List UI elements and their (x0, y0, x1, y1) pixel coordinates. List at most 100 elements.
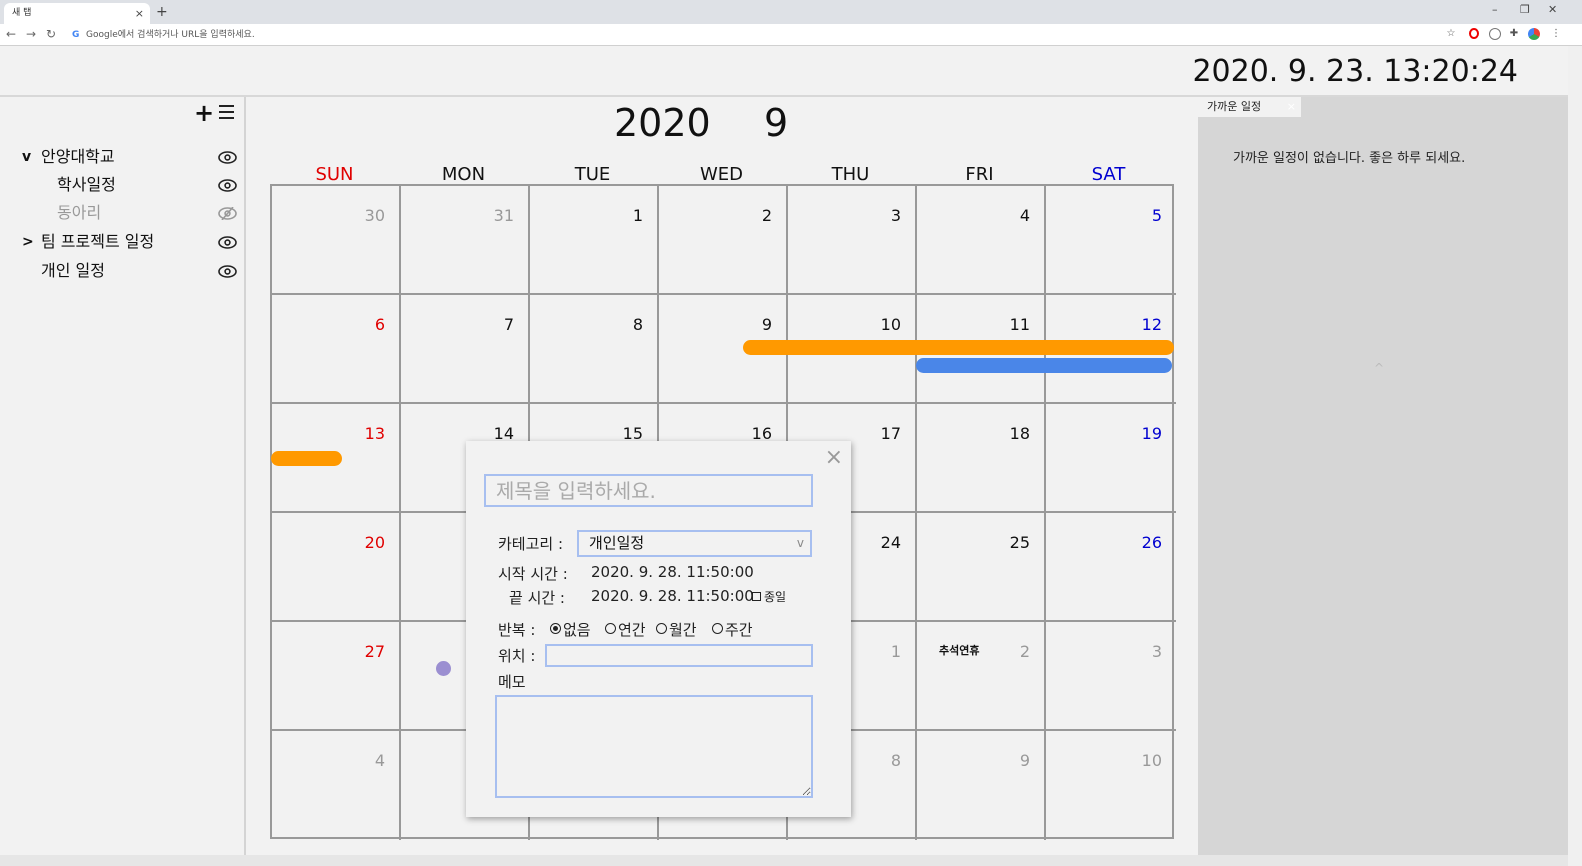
day-number: 9 (761, 315, 772, 334)
expand-caret-icon[interactable]: > (22, 230, 34, 254)
day-cell[interactable]: 6 (272, 295, 401, 404)
day-number: 10 (1141, 751, 1162, 770)
event-title-input[interactable] (484, 474, 813, 507)
weekday-header-fri: FRI (965, 164, 994, 185)
end-time-value[interactable]: 2020. 9. 28. 11:50:00 (591, 587, 754, 605)
sidebar-item-team-project[interactable]: > 팀 프로젝트 일정 (0, 230, 246, 254)
calendar-month: 9 (764, 101, 789, 145)
day-cell[interactable]: 3 (1046, 622, 1176, 731)
puzzle-extensions-icon[interactable]: ✚ (1508, 28, 1520, 40)
weekday-header-mon: MON (441, 164, 486, 185)
event-bar-orange[interactable] (743, 340, 1174, 355)
day-cell[interactable]: 31 (401, 186, 530, 295)
day-cell[interactable]: 3 (788, 186, 917, 295)
browser-tab[interactable]: 새 탭 × (4, 3, 150, 24)
sidebar-item-anyang-univ[interactable]: v 안양대학교 (0, 145, 246, 169)
day-cell[interactable]: 5 (1046, 186, 1176, 295)
repeat-radio-weekly[interactable] (712, 623, 723, 634)
day-cell[interactable]: 30 (272, 186, 401, 295)
weekday-header-tue: TUE (574, 164, 611, 185)
page-scrollbar[interactable] (1568, 46, 1582, 866)
day-cell[interactable]: 25 (917, 513, 1046, 622)
add-calendar-button[interactable]: + (194, 99, 214, 127)
restore-icon[interactable]: ❐ (1520, 3, 1530, 16)
day-cell[interactable]: 8 (530, 295, 659, 404)
day-number: 27 (364, 642, 385, 661)
day-number: 31 (493, 206, 514, 225)
day-cell[interactable]: 2 (659, 186, 788, 295)
day-number: 9 (1019, 751, 1030, 770)
allday-checkbox[interactable] (752, 592, 761, 601)
day-number: 3 (890, 206, 901, 225)
upcoming-tab-close-icon[interactable]: × (1287, 97, 1296, 117)
upcoming-events-tab[interactable]: 가까운 일정 × (1198, 97, 1301, 117)
repeat-option-monthly: 월간 (669, 621, 697, 639)
day-cell[interactable]: 19 (1046, 404, 1176, 513)
profile-avatar-icon[interactable] (1528, 28, 1540, 40)
minimize-icon[interactable]: – (1492, 3, 1498, 16)
day-cell[interactable]: 27 (272, 622, 401, 731)
app-header: 2020. 9. 23. 13:20:24 (0, 46, 1568, 97)
browser-tab-strip: 새 탭 × + – ❐ ✕ (0, 0, 1582, 24)
back-icon[interactable]: ← (6, 27, 16, 41)
omnibox-input[interactable]: G Google에서 검색하거나 URL을 입력하세요. (66, 27, 1446, 43)
repeat-radio-none[interactable] (550, 623, 561, 634)
window-close-icon[interactable]: ✕ (1548, 3, 1557, 16)
opera-extension-icon[interactable] (1469, 28, 1479, 39)
repeat-radio-monthly[interactable] (656, 623, 667, 634)
calendar-year: 2020 (614, 101, 711, 145)
visible-eye-icon[interactable] (218, 151, 237, 164)
day-number: 24 (880, 533, 901, 552)
repeat-radio-yearly[interactable] (605, 623, 616, 634)
day-number: 10 (880, 315, 901, 334)
visible-eye-icon[interactable] (218, 236, 237, 249)
browser-menu-icon[interactable]: ⋮ (1550, 28, 1562, 40)
repeat-option-yearly: 연간 (618, 621, 646, 639)
collapse-up-icon[interactable]: ^ (1374, 361, 1384, 375)
extension-icon[interactable] (1489, 28, 1501, 40)
day-cell[interactable]: 26 (1046, 513, 1176, 622)
memo-textarea[interactable] (495, 695, 813, 798)
day-cell[interactable]: 4 (272, 731, 401, 840)
sidebar-item-personal[interactable]: 개인 일정 (0, 259, 246, 283)
day-number: 25 (1009, 533, 1030, 552)
day-cell[interactable]: 7 (401, 295, 530, 404)
start-time-value[interactable]: 2020. 9. 28. 11:50:00 (591, 563, 754, 581)
day-number: 13 (364, 424, 385, 443)
sidebar-item-club[interactable]: 동아리 (0, 201, 246, 225)
event-bar-blue[interactable] (916, 358, 1172, 373)
day-cell[interactable]: 9 (917, 731, 1046, 840)
day-cell[interactable]: 4 (917, 186, 1046, 295)
day-number: 4 (1019, 206, 1030, 225)
new-tab-button[interactable]: + (156, 3, 168, 21)
calendar-sidebar: + v 안양대학교 학사일정 동아리 > 팀 프로젝트 일정 개인 일정 (0, 97, 246, 855)
location-input[interactable] (545, 644, 813, 667)
bottom-edge (0, 855, 1568, 866)
memo-label: 메모 (498, 673, 526, 691)
dialog-close-icon[interactable]: × (825, 445, 843, 470)
day-cell[interactable]: 10 (1046, 731, 1176, 840)
day-cell[interactable]: 2 추석연휴 (917, 622, 1046, 731)
upcoming-events-panel: 가까운 일정 × 가까운 일정이 없습니다. 좋은 하루 되세요. ^ (1198, 97, 1568, 855)
menu-icon[interactable] (219, 105, 234, 119)
visible-eye-icon[interactable] (218, 265, 237, 278)
event-bar-orange-continued[interactable] (271, 451, 342, 466)
forward-icon[interactable]: → (26, 27, 36, 41)
bookmark-star-icon[interactable]: ☆ (1445, 28, 1457, 40)
visible-eye-icon[interactable] (218, 179, 237, 192)
reload-icon[interactable]: ↻ (46, 27, 56, 41)
day-cell[interactable]: 20 (272, 513, 401, 622)
day-cell[interactable]: 1 (530, 186, 659, 295)
day-number: 1 (632, 206, 643, 225)
sidebar-item-label: 동아리 (57, 203, 102, 222)
sidebar-item-academic[interactable]: 학사일정 (0, 173, 246, 197)
no-upcoming-message: 가까운 일정이 없습니다. 좋은 하루 되세요. (1233, 151, 1466, 166)
collapse-caret-icon[interactable]: v (22, 145, 31, 169)
start-time-label: 시작 시간 : (498, 565, 568, 583)
day-cell[interactable]: 18 (917, 404, 1046, 513)
drag-handle-dot[interactable] (436, 661, 451, 676)
category-label: 카테고리 : (498, 535, 564, 553)
category-select[interactable]: 개인일정 v (577, 530, 812, 557)
tab-close-icon[interactable]: × (135, 3, 144, 24)
hidden-eye-icon[interactable] (218, 207, 237, 220)
